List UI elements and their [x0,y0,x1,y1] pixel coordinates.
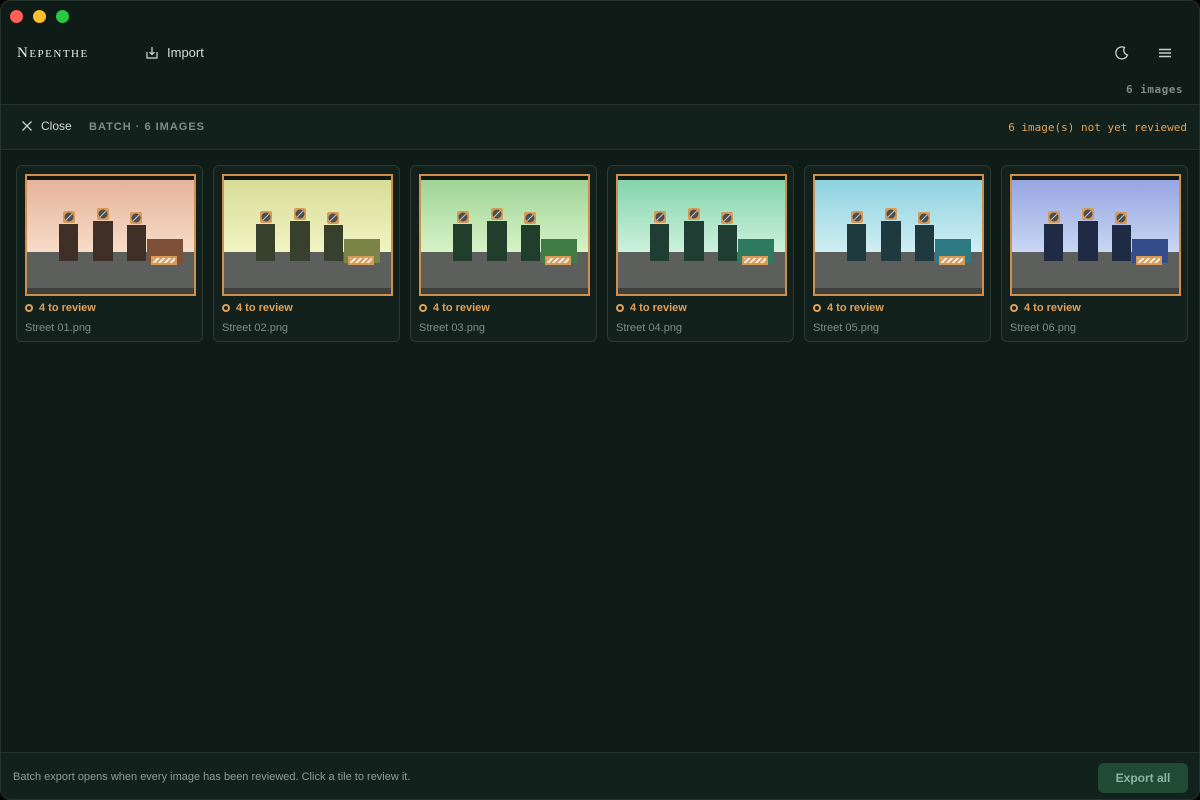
review-status: 4 to review [813,302,884,314]
review-status-label: 4 to review [827,302,884,314]
ring-icon [222,304,230,312]
image-tile[interactable]: 4 to review Street 05.png [804,165,991,342]
image-filename: Street 04.png [616,322,683,334]
hamburger-menu-icon[interactable] [1157,45,1173,61]
street-scene-thumbnail [618,176,785,294]
footer-hint: Batch export opens when every image has … [13,771,411,783]
street-scene-thumbnail [421,176,588,294]
review-status-label: 4 to review [630,302,687,314]
image-tile[interactable]: 4 to review Street 03.png [410,165,597,342]
image-tile[interactable]: 4 to review Street 06.png [1001,165,1188,342]
export-all-button[interactable]: Export all [1098,763,1188,793]
image-tile-grid: 4 to review Street 01.png 4 to review Stree… [16,165,1188,342]
image-tile[interactable]: 4 to review Street 02.png [213,165,400,342]
review-status: 4 to review [25,302,96,314]
street-scene-thumbnail [224,176,391,294]
close-x-icon [22,121,32,131]
image-filename: Street 02.png [222,322,289,334]
import-button[interactable]: Import [145,45,204,60]
ring-icon [25,304,33,312]
close-label: Close [41,119,72,133]
review-status-label: 4 to review [433,302,490,314]
app-header: Nepenthe Import 6 images [1,33,1199,105]
street-scene-thumbnail [815,176,982,294]
image-count: 6 images [1126,83,1183,96]
ring-icon [419,304,427,312]
window-minimize-button[interactable] [33,10,46,23]
image-thumbnail [25,174,196,296]
app-window: Nepenthe Import 6 images Close BATCH · 6… [0,0,1200,800]
review-status: 4 to review [222,302,293,314]
image-thumbnail [419,174,590,296]
window-maximize-button[interactable] [56,10,69,23]
review-status-label: 4 to review [39,302,96,314]
moon-icon[interactable] [1114,45,1130,61]
not-reviewed-status: 6 image(s) not yet reviewed [1008,121,1187,134]
image-filename: Street 03.png [419,322,486,334]
import-label: Import [167,45,204,60]
image-thumbnail [813,174,984,296]
ring-icon [616,304,624,312]
review-status: 4 to review [419,302,490,314]
app-brand: Nepenthe [17,45,89,61]
image-thumbnail [222,174,393,296]
image-filename: Street 06.png [1010,322,1077,334]
review-status-label: 4 to review [1024,302,1081,314]
image-filename: Street 05.png [813,322,880,334]
window-close-button[interactable] [10,10,23,23]
batch-toolbar: Close BATCH · 6 IMAGES 6 image(s) not ye… [1,105,1199,150]
batch-label: BATCH · 6 IMAGES [89,121,206,133]
window-titlebar [1,1,1199,33]
image-tile[interactable]: 4 to review Street 04.png [607,165,794,342]
import-icon [146,46,158,59]
review-status: 4 to review [616,302,687,314]
close-batch-button[interactable]: Close [21,119,72,133]
review-status-label: 4 to review [236,302,293,314]
review-status: 4 to review [1010,302,1081,314]
ring-icon [1010,304,1018,312]
street-scene-thumbnail [1012,176,1179,294]
image-thumbnail [616,174,787,296]
street-scene-thumbnail [27,176,194,294]
image-tile[interactable]: 4 to review Street 01.png [16,165,203,342]
image-thumbnail [1010,174,1181,296]
image-filename: Street 01.png [25,322,92,334]
ring-icon [813,304,821,312]
footer-bar: Batch export opens when every image has … [1,752,1199,799]
